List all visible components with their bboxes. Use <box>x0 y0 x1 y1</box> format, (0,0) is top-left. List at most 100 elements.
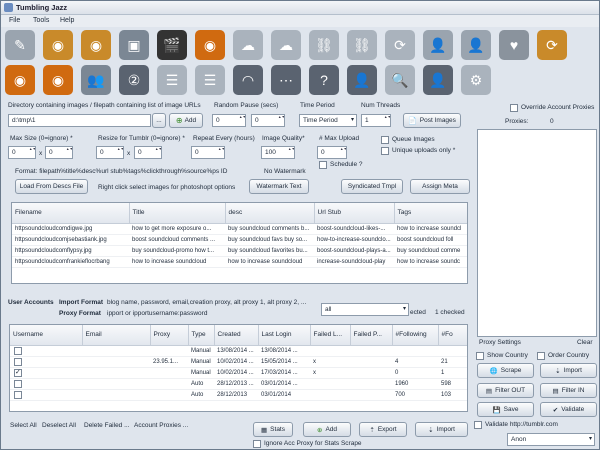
table-row[interactable]: Manual 13/08/2014 ... 13/08/2014 ... <box>10 345 467 357</box>
question-help-icon[interactable]: ? <box>309 65 339 95</box>
refresh-cycle-icon[interactable]: ⟳ <box>385 30 415 60</box>
accounts-column-header[interactable]: Failed P... <box>350 325 393 346</box>
robot-android-icon[interactable]: ⚙ <box>461 65 491 95</box>
table-row[interactable]: httpsoundcloudcomjsebastiank.jpg boost so… <box>12 234 467 246</box>
save-proxies-button[interactable]: 💾 Save <box>477 402 534 417</box>
anon-select[interactable]: Anon ▾ <box>507 433 595 446</box>
resize-width-spinner[interactable]: 0 <box>96 146 124 159</box>
add-account-button[interactable]: ⊕ Add <box>303 422 351 437</box>
user-remove-icon[interactable]: 👤 <box>461 30 491 60</box>
accounts-column-header[interactable]: Last Login <box>258 325 311 346</box>
link-icon[interactable]: ⛓ <box>309 30 339 60</box>
order-country-checkbox[interactable] <box>537 352 545 360</box>
assign-meta-button[interactable]: Assign Meta <box>410 179 470 194</box>
ignore-proxy-checkbox[interactable] <box>253 440 261 448</box>
row-checkbox[interactable] <box>14 346 22 355</box>
load-descs-button[interactable]: Load From Descs File <box>15 179 88 194</box>
pause-to-spinner[interactable]: 0 <box>251 114 285 127</box>
watermark-text-button[interactable]: Watermark Text <box>249 179 309 194</box>
filter-out-button[interactable]: ▤ Filter OUT <box>477 383 534 398</box>
images-column-header[interactable]: desc <box>225 203 315 224</box>
accounts-column-header[interactable]: Created <box>214 325 259 346</box>
account-proxies-link[interactable]: Account Proxies ... <box>134 422 188 429</box>
menu-help[interactable]: Help <box>60 17 74 24</box>
accounts-column-header[interactable]: Type <box>188 325 215 346</box>
image-gallery-icon[interactable]: ▣ <box>119 30 149 60</box>
row-checkbox[interactable] <box>14 379 22 388</box>
import-accounts-button[interactable]: ⇣ Import <box>415 422 468 437</box>
user-profile-icon[interactable]: 👤 <box>423 65 453 95</box>
validate-url-checkbox[interactable] <box>474 421 482 429</box>
accounts-column-header[interactable]: Failed L... <box>310 325 351 346</box>
table-row[interactable]: httpsoundcloudcomdigwe.jpg how to get mor… <box>12 223 467 235</box>
images-column-header[interactable]: Filename <box>12 203 130 224</box>
resize-height-spinner[interactable]: 0 <box>134 146 162 159</box>
accounts-filter-select[interactable]: all ▾ <box>321 303 409 316</box>
show-country-checkbox[interactable] <box>476 352 484 360</box>
filter-in-button[interactable]: ▤ Filter IN <box>540 383 597 398</box>
user-account-icon[interactable]: 👤 <box>423 30 453 60</box>
table-row[interactable]: httpsoundcloudcomfrankieflocrbang how to … <box>12 256 467 268</box>
schedule-checkbox[interactable] <box>319 161 327 169</box>
table-row[interactable]: Auto 28/12/2013 ... 03/01/2014 ... 1960 598 <box>10 378 467 390</box>
unique-uploads-checkbox[interactable] <box>381 147 389 155</box>
queue-images-checkbox[interactable] <box>381 136 389 144</box>
table-row[interactable]: 23.95.1... Manual 10/02/2014 ... 15/05/2014… <box>10 356 467 368</box>
images-column-header[interactable]: Tags <box>394 203 467 224</box>
list-grid-icon[interactable]: ☰ <box>157 65 187 95</box>
syndicated-tmpl-button[interactable]: Syndicated Tmpl <box>341 179 403 194</box>
user-stats-icon[interactable]: 👤 <box>347 65 377 95</box>
table-row[interactable]: httpsoundcloudcomflypsy.jpg buy soundclou… <box>12 245 467 257</box>
accounts-column-header[interactable]: #Fo <box>438 325 467 346</box>
accounts-column-header[interactable]: #Following <box>392 325 439 346</box>
validate-button[interactable]: ✔ Validate <box>540 402 597 417</box>
post-images-button[interactable]: 📄 Post Images <box>403 113 461 128</box>
row-checkbox[interactable] <box>14 390 22 399</box>
clear-link[interactable]: Clear <box>577 339 593 346</box>
scrape-button[interactable]: 🌐 Scrape <box>477 363 534 378</box>
stats-button[interactable]: ▦ Stats <box>253 422 293 437</box>
cloud-upload-icon[interactable]: ☁ <box>233 30 263 60</box>
delete-failed-link[interactable]: Delete Failed ... <box>84 422 130 429</box>
images-column-header[interactable]: Title <box>129 203 226 224</box>
max-size-height-spinner[interactable]: 0 <box>45 146 73 159</box>
browse-button[interactable]: ... <box>152 113 166 128</box>
tumblr-pen-icon[interactable]: ✎ <box>5 30 35 60</box>
dir-input[interactable]: d:\tmp\1 <box>8 114 151 127</box>
max-upload-spinner[interactable]: 0 <box>317 146 347 159</box>
repeat-spinner[interactable]: 0 <box>191 146 225 159</box>
images-column-header[interactable]: Url Stub <box>314 203 395 224</box>
ellipsis-chat-icon[interactable]: ⋯ <box>271 65 301 95</box>
accounts-column-header[interactable]: Proxy <box>150 325 189 346</box>
table-row[interactable]: Manual10/02/2014 ...17/03/2014 ...x 01 <box>10 367 467 379</box>
period-select[interactable]: Time Period ▾ <box>299 114 357 127</box>
accounts-table[interactable]: Username Email Proxy Type Created Last Login F… <box>9 324 468 412</box>
select-all-link[interactable]: Select All <box>10 422 37 429</box>
table-row[interactable]: Auto 28/12/2013 03/01/2014 700 103 <box>10 389 467 401</box>
quality-spinner[interactable]: 100 <box>261 146 295 159</box>
wifi-signal-icon[interactable]: ◠ <box>233 65 263 95</box>
add-dir-button[interactable]: ⊕ Add <box>169 113 203 128</box>
link-broken-icon[interactable]: ⛓ <box>347 30 377 60</box>
numbered-user-icon[interactable]: ② <box>119 65 149 95</box>
menu-file[interactable]: File <box>9 17 20 24</box>
proxy-list[interactable] <box>477 129 597 337</box>
export-button[interactable]: ⇡ Export <box>359 422 407 437</box>
rss-settings-icon[interactable]: ◉ <box>5 65 35 95</box>
deselect-all-link[interactable]: Deselect All <box>42 422 76 429</box>
row-checkbox[interactable] <box>14 368 22 377</box>
accounts-column-header[interactable]: Username <box>10 325 83 346</box>
max-size-width-spinner[interactable]: 0 <box>8 146 36 159</box>
magnifier-search-icon[interactable]: 🔍 <box>385 65 415 95</box>
list-export-icon[interactable]: ☰ <box>195 65 225 95</box>
reblog-cycle-icon[interactable]: ⟳ <box>537 30 567 60</box>
row-checkbox[interactable] <box>14 357 22 366</box>
rss-stop-icon[interactable]: ◉ <box>43 65 73 95</box>
cloud-download-icon[interactable]: ☁ <box>271 30 301 60</box>
override-proxies-checkbox[interactable] <box>510 104 518 112</box>
pause-from-spinner[interactable]: 0 <box>212 114 246 127</box>
threads-spinner[interactable]: 1 <box>361 114 391 127</box>
heart-icon[interactable]: ♥ <box>499 30 529 60</box>
rss-feed-icon[interactable]: ◉ <box>195 30 225 60</box>
proxy-import-button[interactable]: ⇣ Import <box>540 363 597 378</box>
